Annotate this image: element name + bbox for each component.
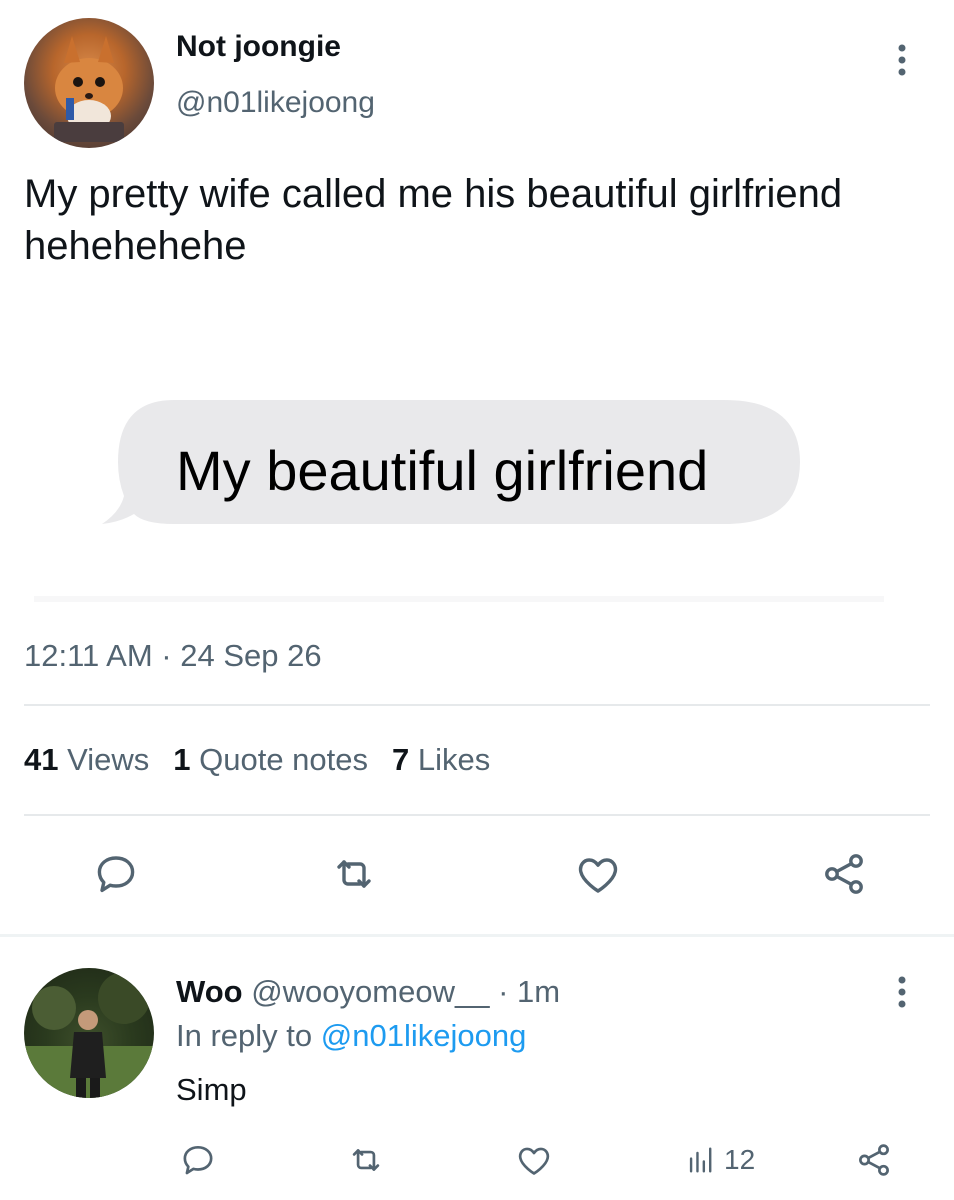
views-stat[interactable]: 12 xyxy=(684,1138,755,1182)
share-icon[interactable] xyxy=(816,846,872,902)
reply-icon[interactable] xyxy=(176,1138,220,1182)
media-bubble-text: My beautiful girlfriend xyxy=(176,439,709,502)
reply-author-avatar[interactable] xyxy=(24,968,154,1098)
views-count: 12 xyxy=(724,1144,756,1175)
tweet-text: My pretty wife called me his beautiful g… xyxy=(24,172,843,268)
views-stat[interactable]: 41 Views xyxy=(24,742,149,777)
reply-icon[interactable] xyxy=(88,846,144,902)
likes-stat[interactable]: 7 Likes xyxy=(392,742,490,777)
in-reply-to-label: In reply to xyxy=(176,1018,313,1053)
like-icon[interactable] xyxy=(512,1138,556,1182)
tweet-stats: 41 Views 1 Quote notes 7 Likes xyxy=(24,742,490,778)
retweet-icon[interactable] xyxy=(326,846,382,902)
reply-time[interactable]: · 1m xyxy=(498,974,560,1009)
like-icon[interactable] xyxy=(570,846,626,902)
author-avatar[interactable] xyxy=(24,18,154,148)
author-name[interactable]: Not joongie xyxy=(176,30,341,64)
author-handle[interactable]: @n01likejoong xyxy=(176,86,375,120)
quotes-stat[interactable]: 1 Quote notes xyxy=(173,742,368,777)
retweet-icon[interactable] xyxy=(344,1138,388,1182)
tweet-timestamp[interactable]: 12:11 AM · 24 Sep 26 xyxy=(24,638,322,674)
reply-author-name[interactable]: Woo xyxy=(176,974,243,1009)
in-reply-to: In reply to @n01likejoong xyxy=(176,1018,526,1054)
share-icon[interactable] xyxy=(852,1138,896,1182)
divider xyxy=(24,814,930,816)
more-options-icon[interactable] xyxy=(888,972,916,1012)
divider xyxy=(24,704,930,706)
views-icon xyxy=(684,1143,718,1177)
in-reply-to-mention[interactable]: @n01likejoong xyxy=(321,1018,527,1053)
section-separator xyxy=(0,934,954,937)
more-options-icon[interactable] xyxy=(888,40,916,80)
reply-text: Simp xyxy=(176,1072,247,1107)
reply-header: Woo @wooyomeow__ · 1m xyxy=(176,974,560,1010)
reply-author-handle[interactable]: @wooyomeow__ xyxy=(251,974,489,1009)
